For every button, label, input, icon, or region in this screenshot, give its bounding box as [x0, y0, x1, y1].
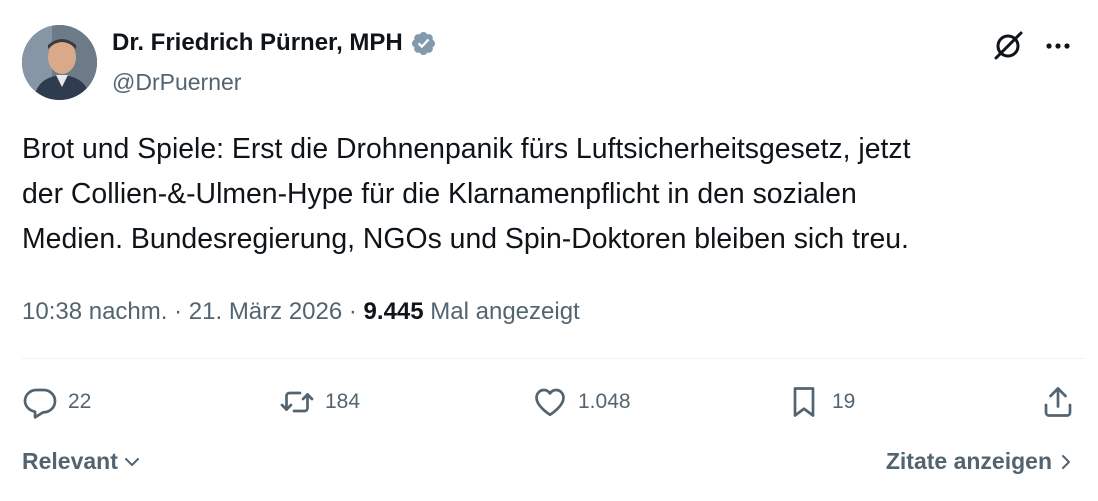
divider — [22, 358, 1084, 359]
share-button[interactable] — [1040, 384, 1076, 420]
meta-separator: · — [348, 298, 357, 325]
tweet-text: Brot und Spiele: Erst die Drohnenpanik f… — [22, 133, 911, 255]
more-options-icon[interactable] — [1040, 28, 1076, 64]
chevron-right-icon — [1062, 454, 1070, 469]
bookmark-count: 19 — [832, 390, 856, 413]
chevron-down-icon — [124, 457, 139, 466]
views-label: Mal angezeigt — [430, 298, 580, 325]
repost-button[interactable]: 184 — [279, 384, 360, 420]
tweet-date[interactable]: 21. März 2026 — [189, 298, 342, 325]
like-count: 1.048 — [578, 390, 631, 413]
views-count: 9.445 — [363, 298, 424, 325]
share-icon — [1044, 387, 1072, 417]
avatar[interactable] — [22, 25, 97, 100]
reply-button[interactable]: 22 — [22, 384, 91, 420]
tweet-meta: 10:38 nachm. · 21. März 2026 · 9.445 Mal… — [22, 292, 580, 332]
bookmark-icon — [793, 387, 815, 417]
reply-icon — [23, 388, 57, 419]
author-display-name[interactable]: Dr. Friedrich Pürner, MPH — [112, 26, 403, 60]
grok-icon[interactable] — [988, 26, 1028, 66]
reply-count: 22 — [68, 390, 92, 413]
author-handle[interactable]: @DrPuerner — [112, 66, 241, 98]
author-name-row: Dr. Friedrich Pürner, MPH — [112, 26, 437, 60]
verified-badge-icon[interactable] — [410, 30, 437, 57]
tweet-footer: Relevant Zitate anzeigen — [22, 448, 1076, 484]
avatar-photo — [22, 25, 97, 100]
sort-label: Relevant — [22, 448, 118, 474]
heart-icon — [535, 388, 565, 417]
view-quotes-link[interactable]: Zitate anzeigen — [886, 448, 1076, 475]
sort-relevant-dropdown[interactable]: Relevant — [22, 448, 142, 475]
quotes-label: Zitate anzeigen — [885, 448, 1052, 474]
meta-separator: · — [174, 298, 183, 325]
repost-icon — [280, 391, 314, 413]
tweet-time[interactable]: 10:38 nachm. — [22, 298, 167, 325]
tweet-action-bar: 22 184 1.048 19 — [22, 384, 1076, 428]
tweet-top-actions — [988, 26, 1076, 66]
like-button[interactable]: 1.048 — [532, 384, 631, 420]
bookmark-button[interactable]: 19 — [786, 384, 855, 420]
repost-count: 184 — [325, 390, 361, 413]
